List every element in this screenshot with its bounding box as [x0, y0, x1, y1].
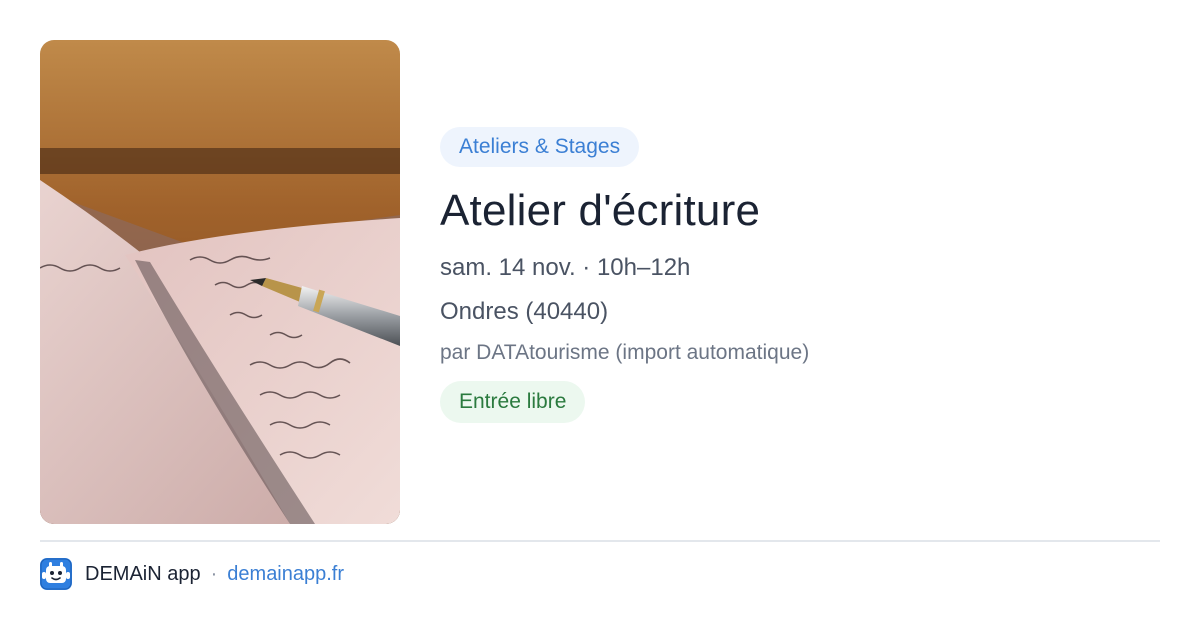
notebook-fountain-pen-photo-icon [40, 40, 400, 524]
event-date-time: sam. 14 nov. · 10h–12h [440, 254, 691, 281]
event-info: Ateliers & Stages Atelier d'écriture sam… [440, 127, 1160, 423]
app-url-link[interactable]: demainapp.fr [227, 563, 344, 586]
event-title: Atelier d'écriture [440, 186, 761, 235]
event-photo [40, 40, 400, 524]
event-source: par DATAtourisme (import automatique) [440, 341, 810, 364]
footer-separator: · [210, 562, 218, 585]
demain-app-icon [40, 558, 72, 590]
category-badge[interactable]: Ateliers & Stages [440, 127, 640, 167]
price-badge: Entrée libre [440, 381, 586, 423]
event-card: Ateliers & Stages Atelier d'écriture sam… [0, 0, 1200, 630]
app-name: DEMAiN app [85, 562, 201, 585]
event-location: Ondres (40440) [440, 298, 609, 325]
footer: DEMAiN app · demainapp.fr [40, 558, 344, 590]
footer-divider [40, 540, 1160, 542]
